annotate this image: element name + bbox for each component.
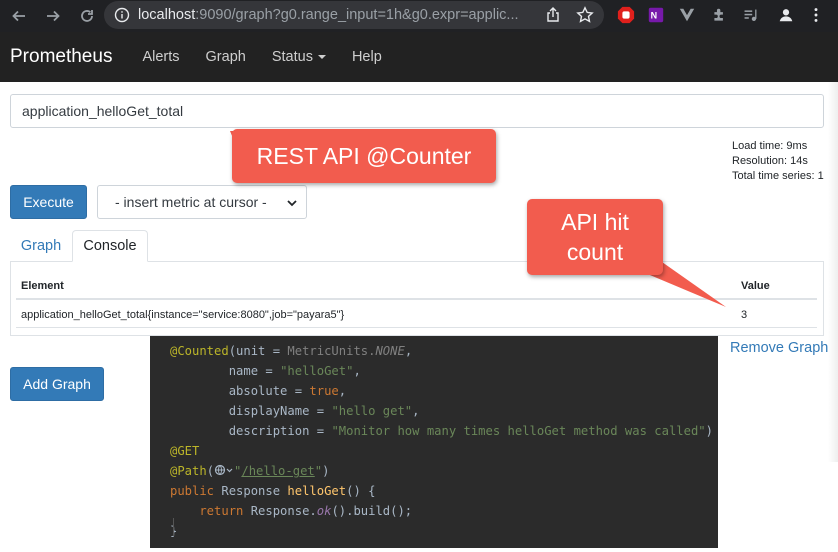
code-token: public <box>170 484 215 498</box>
load-time: Load time: 9ms <box>732 140 808 152</box>
code-line-7: @Path("/hello-get") <box>170 464 329 478</box>
code-token: (unit = <box>228 344 288 358</box>
adblock-extension-icon[interactable] <box>616 5 636 25</box>
code-token: ok <box>316 504 332 518</box>
table-row-element: application_helloGet_total{instance="ser… <box>21 309 345 321</box>
expression-input[interactable]: application_helloGet_total <box>10 94 824 128</box>
code-token: helloGet <box>287 484 347 498</box>
rest-api-counter-callout: REST API @Counter <box>232 129 496 183</box>
nav-alerts[interactable]: Alerts <box>142 49 179 65</box>
browser-toolbar: localhost:9090/graph?g0.range_input=1h&g… <box>0 0 838 32</box>
bookmark-star-icon[interactable] <box>576 6 594 24</box>
total-time-series: Total time series: 1 <box>732 170 824 182</box>
column-header-element: Element <box>21 280 64 292</box>
add-graph-button[interactable]: Add Graph <box>10 367 104 401</box>
table-row-value: 3 <box>741 309 748 321</box>
code-token: Response. <box>243 504 317 518</box>
code-line-1: @Counted(unit = MetricUnits.NONE, <box>170 344 412 358</box>
api-hit-callout-line2: count <box>566 239 624 265</box>
rest-api-callout-text: REST API @Counter <box>256 142 472 169</box>
code-token: ) <box>705 424 713 438</box>
api-hit-callout-line1: API hit <box>561 209 629 235</box>
code-token: @Path <box>170 464 207 478</box>
table-header-divider <box>16 298 817 300</box>
code-token: "Monitor how many times helloGet method … <box>331 424 706 438</box>
profile-avatar-icon[interactable] <box>776 5 796 25</box>
code-line-9: return Response.ok().build(); <box>170 504 412 518</box>
chevron-down-icon <box>287 200 297 207</box>
code-token: , <box>338 384 347 398</box>
forward-icon[interactable] <box>42 5 64 27</box>
column-header-value: Value <box>741 280 770 292</box>
code-token: NONE <box>375 344 405 358</box>
tab-console[interactable]: Console <box>72 230 148 262</box>
code-token: name = <box>170 364 281 378</box>
code-token: , <box>404 344 413 358</box>
share-icon[interactable] <box>545 7 561 23</box>
vue-devtools-icon[interactable] <box>677 5 697 25</box>
code-token: true <box>309 384 339 398</box>
code-token: ().build(); <box>331 504 413 518</box>
browser-menu-icon[interactable] <box>806 5 826 25</box>
url-path: :9090/graph?g0.range_input=1h&g0.expr=ap… <box>195 7 519 23</box>
code-token: "hello get" <box>331 404 413 418</box>
nav-status-dropdown[interactable]: Status <box>272 49 326 65</box>
code-line-6: @GET <box>170 444 199 458</box>
code-token: displayName = <box>170 404 332 418</box>
code-token: MetricUnits. <box>287 344 376 358</box>
execute-button[interactable]: Execute <box>10 185 87 219</box>
code-token: " <box>314 464 323 478</box>
code-line-2: name = "helloGet", <box>170 364 361 378</box>
url-host: localhost <box>138 7 196 23</box>
code-token: absolute = <box>170 384 310 398</box>
query-stats: Load time: 9ms Resolution: 14s Total tim… <box>732 139 824 184</box>
code-token: () { <box>346 484 376 498</box>
code-token: , <box>353 364 361 378</box>
url-globe-icon <box>214 464 233 476</box>
nav-help[interactable]: Help <box>352 49 382 65</box>
code-token: description = <box>170 424 332 438</box>
media-queue-icon[interactable] <box>740 5 760 25</box>
code-token: return <box>170 504 244 518</box>
page-edge-shadow <box>828 82 838 462</box>
code-line-3: absolute = true, <box>170 384 346 398</box>
svg-text:N: N <box>651 11 658 21</box>
code-token: @Counted <box>170 344 229 358</box>
code-line-4: displayName = "hello get", <box>170 404 420 418</box>
api-hit-count-callout: API hit count <box>527 199 663 275</box>
address-bar[interactable]: localhost:9090/graph?g0.range_input=1h&g… <box>104 1 604 29</box>
brand-logo-text[interactable]: Prometheus <box>10 46 112 68</box>
code-token: @GET <box>170 444 200 458</box>
nav-status-label: Status <box>271 49 313 65</box>
code-token: ( <box>206 464 215 478</box>
tab-graph[interactable]: Graph <box>10 230 72 262</box>
caret-down-icon <box>317 55 326 60</box>
remove-graph-link[interactable]: Remove Graph <box>730 340 828 356</box>
code-line-8: public Response helloGet() { <box>170 484 375 498</box>
code-line-5: description = "Monitor how many times he… <box>170 424 713 438</box>
extensions-icon[interactable] <box>709 5 729 25</box>
insert-metric-select-value: - insert metric at cursor - <box>115 194 267 210</box>
code-token: /hello-get <box>241 464 315 478</box>
resolution: Resolution: 14s <box>732 155 808 167</box>
code-token: , <box>412 404 420 418</box>
back-icon[interactable] <box>8 5 30 27</box>
code-token: ) <box>322 464 330 478</box>
prometheus-navbar: Prometheus Alerts Graph Status Help <box>0 32 838 82</box>
code-token: "helloGet" <box>280 364 354 378</box>
java-code-snippet: @Counted(unit = MetricUnits.NONE, name =… <box>150 336 718 548</box>
insert-metric-select[interactable]: - insert metric at cursor - <box>97 185 307 219</box>
table-row-divider <box>16 327 817 328</box>
site-info-icon[interactable] <box>114 7 130 23</box>
code-token: Response <box>214 484 288 498</box>
code-indent-guide <box>173 518 174 536</box>
reload-icon[interactable] <box>76 5 98 27</box>
onenote-extension-icon[interactable]: N <box>646 5 666 25</box>
nav-graph[interactable]: Graph <box>206 49 246 65</box>
